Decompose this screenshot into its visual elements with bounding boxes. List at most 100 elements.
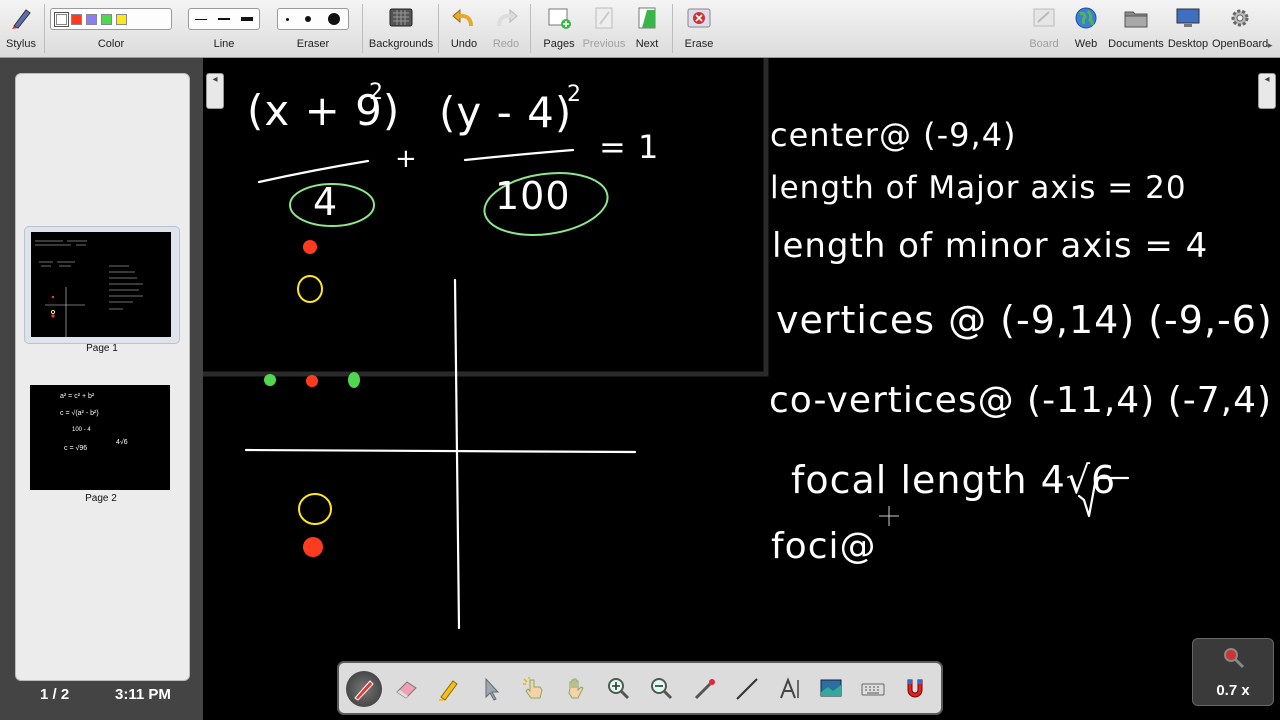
next-label: Next — [635, 38, 659, 50]
line-width-selector[interactable] — [188, 8, 260, 30]
zoom-in-tool-button[interactable] — [601, 671, 637, 707]
color-label: Color — [97, 38, 125, 50]
redo-arrow-icon — [497, 8, 518, 27]
denominator-100: 100 — [495, 174, 571, 218]
openboard-label: OpenBoard — [1212, 38, 1269, 50]
color-red-swatch[interactable] — [71, 13, 82, 25]
zoom-level-label: 0.7 x — [1216, 682, 1250, 699]
virtual-keyboard-tool-button[interactable] — [855, 671, 891, 707]
pages-label: Pages — [543, 38, 575, 50]
zoom-in-icon — [608, 678, 630, 700]
openboard-menu-button[interactable]: OpenBoard — [1212, 0, 1268, 57]
focus-circle-marker — [297, 275, 323, 303]
web-label: Web — [1074, 38, 1098, 50]
capture-tool-button[interactable] — [813, 671, 849, 707]
line-draw-icon — [736, 678, 758, 700]
stylus-label: Stylus — [6, 38, 36, 50]
backgrounds-label: Backgrounds — [368, 38, 434, 50]
previous-page-button[interactable]: Previous — [582, 0, 626, 57]
next-page-button[interactable]: Next — [628, 0, 666, 57]
eraser-size-selector[interactable] — [277, 8, 349, 30]
page-2-label: Page 2 — [85, 493, 117, 504]
page-2-line-1: a² = c² + b² — [60, 393, 95, 400]
page-1-label: Page 1 — [86, 343, 118, 354]
page-thumbnail-1[interactable]: Page 1 — [24, 226, 180, 354]
toolbar-collapse-icon[interactable]: ▸ — [1268, 40, 1273, 51]
board-label: Board — [1029, 38, 1059, 50]
hand-pan-icon — [568, 678, 584, 699]
erase-button[interactable]: Erase — [678, 0, 720, 57]
web-button[interactable]: Web — [1066, 0, 1106, 57]
note-vertices: vertices @ (-9,14) (-9,-6) — [776, 298, 1273, 342]
pen-icon — [354, 680, 374, 701]
undo-arrow-icon — [452, 8, 473, 27]
line-tool-button[interactable] — [729, 671, 765, 707]
board-icon — [1033, 8, 1055, 27]
previous-page-icon — [595, 7, 613, 29]
text-tool-button[interactable] — [771, 671, 807, 707]
line-medium-option[interactable] — [217, 18, 230, 20]
previous-label: Previous — [582, 38, 626, 50]
screen-capture-icon — [820, 679, 842, 697]
undo-button[interactable]: Undo — [444, 0, 484, 57]
desktop-button[interactable]: Desktop — [1166, 0, 1210, 57]
whiteboard-canvas[interactable]: (x + 9) 2 4 + (y - 4) 2 100 = 1 center@ … — [203, 58, 1280, 720]
page-navigator-panel: Page 1 a² = c² + b² c = √(a² - b²) 100 -… — [0, 58, 203, 720]
stylus-button[interactable]: Stylus — [2, 0, 40, 57]
page-2-line-2: c = √(a² - b²) — [60, 410, 99, 417]
center-point-marker — [303, 240, 317, 254]
clock-time: 3:11 PM — [115, 686, 171, 703]
color-white-swatch[interactable] — [54, 11, 69, 27]
note-major-axis: length of Major axis = 20 — [770, 170, 1187, 206]
pen-tool-button[interactable] — [346, 671, 382, 707]
page-thumbnail-2[interactable]: a² = c² + b² c = √(a² - b²) 100 - 4 c = … — [24, 379, 178, 519]
hand-tool-button[interactable] — [558, 671, 594, 707]
folder-icon — [1124, 11, 1148, 28]
interact-tool-button[interactable] — [516, 671, 552, 707]
note-focal-length: focal length 4√6 — [791, 458, 1117, 502]
color-yellow-swatch[interactable] — [116, 13, 127, 25]
page-1-preview — [31, 232, 171, 337]
color-purple-swatch[interactable] — [86, 13, 97, 25]
page-2-line-3: 100 - 4 — [72, 427, 91, 433]
erase-label: Erase — [684, 38, 714, 50]
selector-tool-button[interactable] — [473, 671, 509, 707]
crosshair-cursor-icon — [879, 506, 899, 526]
desktop-label: Desktop — [1167, 38, 1209, 50]
highlighter-icon — [439, 680, 458, 701]
redo-button[interactable]: Redo — [486, 0, 526, 57]
documents-button[interactable]: Documents — [1108, 0, 1164, 57]
pages-button[interactable]: Pages — [538, 0, 580, 57]
magnet-tool-button[interactable] — [897, 671, 933, 707]
zoom-out-tool-button[interactable] — [644, 671, 680, 707]
undo-label: Undo — [450, 38, 478, 50]
y-axis-line — [453, 278, 461, 630]
line-thin-option[interactable] — [194, 18, 207, 20]
marker-tool-button[interactable] — [431, 671, 467, 707]
color-palette[interactable] — [50, 8, 172, 30]
backgrounds-button[interactable]: Backgrounds — [368, 0, 434, 57]
zoom-magnifier-icon — [1224, 648, 1245, 669]
page-counter: 1 / 2 — [40, 686, 70, 703]
co-vertex-right-marker — [348, 372, 360, 388]
eraser-icon — [396, 681, 417, 699]
eraser-medium-option[interactable] — [305, 16, 312, 22]
line-group: Line — [186, 0, 262, 57]
laser-pointer-tool-button[interactable] — [687, 671, 723, 707]
color-green-swatch[interactable] — [101, 13, 112, 25]
board-button[interactable]: Board — [1024, 0, 1064, 57]
laser-pointer-icon — [694, 679, 715, 700]
eraser-small-option[interactable] — [286, 17, 290, 21]
note-minor-axis: length of minor axis = 4 — [772, 226, 1209, 266]
zoom-indicator[interactable]: 0.7 x — [1192, 638, 1274, 706]
redo-label: Redo — [492, 38, 520, 50]
eraser-tool-button[interactable] — [389, 671, 425, 707]
add-page-icon — [548, 8, 571, 29]
arrow-pointer-icon — [485, 677, 500, 701]
top-toolbar: Stylus Color Line Eraser Backgrounds Und… — [0, 0, 1280, 58]
line-thick-option[interactable] — [241, 17, 254, 21]
eraser-large-option[interactable] — [327, 13, 340, 25]
gear-icon — [1231, 9, 1249, 27]
right-panel-toggle-icon[interactable]: ◂ — [1258, 73, 1276, 109]
left-panel-toggle-icon[interactable]: ◂ — [206, 73, 224, 109]
